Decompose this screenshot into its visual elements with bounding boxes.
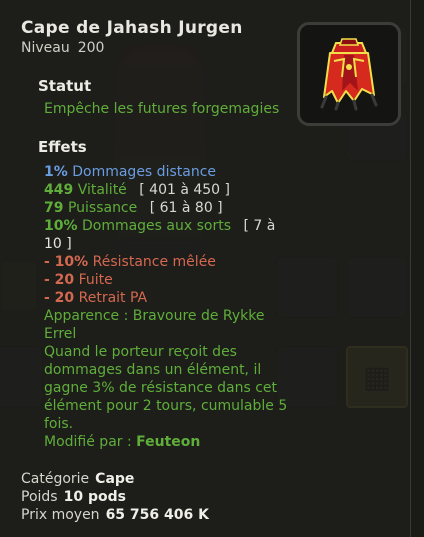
effect-text: Fuite xyxy=(78,272,113,288)
modified-by-name: Feuteon xyxy=(136,434,201,450)
item-icon-frame xyxy=(297,22,401,126)
status-text: Empêche les futures forgemagies xyxy=(44,101,280,117)
effects-list: 1% Dommages distance 449 Vitalité [ 401 … xyxy=(44,163,304,451)
effect-line: - 20 Retrait PA xyxy=(44,289,304,307)
effect-range: [ 7 à xyxy=(243,218,276,234)
description-line: gagne 3% de résistance dans cet xyxy=(44,380,278,396)
category-label: Catégorie xyxy=(21,471,90,487)
modified-by: Modifié par : Feuteon xyxy=(44,433,304,451)
item-footer: Catégorie Cape Poids 10 pods Prix moyen 65 … xyxy=(21,470,209,524)
price-row: Prix moyen 65 756 406 K xyxy=(21,506,209,524)
effect-range: [ 61 à 80 ] xyxy=(149,200,223,216)
red-cape-icon xyxy=(320,38,378,111)
effect-line: 449 Vitalité [ 401 à 450 ] xyxy=(44,181,304,199)
description-line: dommages dans un élément, il xyxy=(44,362,262,378)
effect-value: 10% xyxy=(44,218,78,234)
effect-line: 79 Puissance [ 61 à 80 ] xyxy=(44,199,304,217)
effect-line: 1% Dommages distance xyxy=(44,163,304,181)
item-level: Niveau 200 xyxy=(21,40,104,56)
effect-text: Dommages distance xyxy=(72,164,217,180)
effect-text: Dommages aux sorts xyxy=(81,218,231,234)
effect-range-continued: 10 ] xyxy=(44,235,304,253)
status-heading: Statut xyxy=(38,77,92,95)
effect-value: - 10% xyxy=(44,254,89,270)
effect-line: - 10% Résistance mêlée xyxy=(44,253,304,271)
description-line: élément pour 2 tours, cumulable 5 xyxy=(44,398,288,414)
item-tooltip: Cape de Jahash Jurgen Niveau 200 Statut E… xyxy=(0,0,411,537)
level-label: Niveau xyxy=(21,40,70,56)
price-label: Prix moyen xyxy=(21,507,100,523)
item-name: Cape de Jahash Jurgen xyxy=(21,18,243,38)
level-value: 200 xyxy=(77,40,105,56)
effect-text: Résistance mêlée xyxy=(92,254,216,270)
price-value: 65 756 406 K xyxy=(105,507,209,523)
description-line: Quand le porteur reçoit des xyxy=(44,344,237,360)
effect-range: [ 401 à 450 ] xyxy=(139,182,230,198)
effect-value: - 20 xyxy=(44,272,75,288)
effects-heading: Effets xyxy=(38,138,87,156)
weight-label: Poids xyxy=(21,489,58,505)
appearance-line-cont: Errel xyxy=(44,326,77,342)
item-description: Quand le porteur reçoit des dommages dan… xyxy=(44,343,304,433)
modified-label: Modifié par : xyxy=(44,434,132,450)
effect-text: Vitalité xyxy=(77,182,127,198)
category-value: Cape xyxy=(95,471,135,487)
description-line: fois. xyxy=(44,416,74,432)
category-row: Catégorie Cape xyxy=(21,470,209,488)
effect-text: Retrait PA xyxy=(78,290,148,306)
effect-range-cont: 10 ] xyxy=(44,236,72,252)
effect-text: Puissance xyxy=(67,200,138,216)
weight-value: 10 pods xyxy=(63,489,126,505)
effect-value: 449 xyxy=(44,182,74,198)
effect-line: - 20 Fuite xyxy=(44,271,304,289)
effect-line: 10% Dommages aux sorts [ 7 à xyxy=(44,217,304,235)
appearance-line: Apparence : Bravoure de Rykke xyxy=(44,308,265,324)
effect-value: - 20 xyxy=(44,290,75,306)
effect-value: 79 xyxy=(44,200,64,216)
weight-row: Poids 10 pods xyxy=(21,488,209,506)
effect-value: 1% xyxy=(44,164,68,180)
